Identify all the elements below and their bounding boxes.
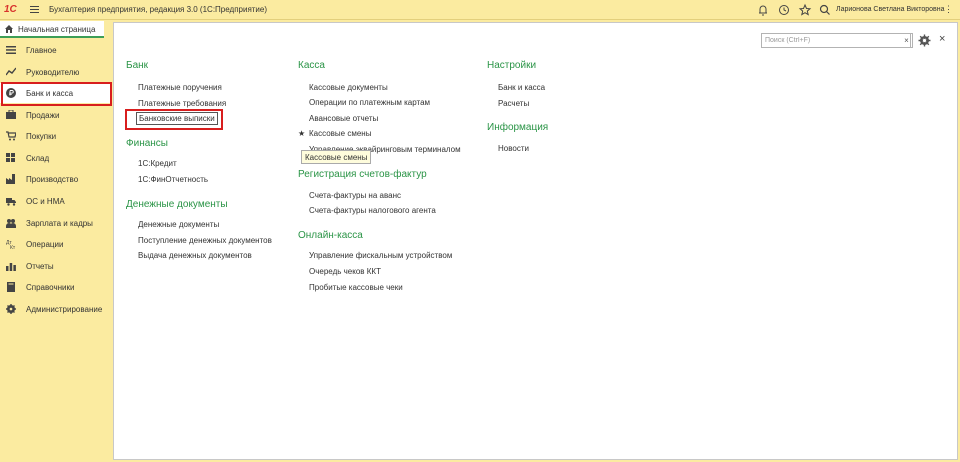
section-title-money-docs: Денежные документы [126,199,228,210]
sidebar-item-label: Главное [26,46,57,55]
sidebar-item-salary-hr[interactable]: Зарплата и кадры [0,213,112,233]
tab-home[interactable]: Начальная страница [0,21,104,38]
link-fin-reporting[interactable]: 1С:ФинОтчетность [138,175,208,184]
sidebar-item-administration[interactable]: Администрирование [0,299,112,319]
search-box[interactable] [761,33,911,48]
gear-icon [6,304,16,314]
sidebar-item-main[interactable]: Главное [0,40,112,60]
link-cash-shifts[interactable]: Кассовые смены [309,129,371,138]
section-title-invoices: Регистрация счетов-фактур [298,169,427,180]
sidebar-item-label: Руководителю [26,68,80,77]
operations-icon: ДтКт [6,240,16,249]
link-advance-reports[interactable]: Авансовые отчеты [309,114,378,123]
sidebar-item-label: Зарплата и кадры [26,219,93,228]
main-panel: × × Банк Платежные поручения Платежные т… [113,22,958,460]
star-icon[interactable] [798,3,812,17]
sidebar-item-sales[interactable]: Продажи [0,105,112,125]
sidebar-item-directories[interactable]: Справочники [0,277,112,297]
section-title-online-kassa: Онлайн-касса [298,230,363,241]
sidebar-item-operations[interactable]: Дт Кт Операции [0,234,112,254]
sidebar-item-label: Администрирование [26,305,103,314]
link-news[interactable]: Новости [498,144,529,153]
link-cash-docs[interactable]: Кассовые документы [309,83,388,92]
sidebar-item-label: Покупки [26,132,57,141]
settings-gear-icon[interactable] [918,34,931,47]
bank-statements-highlight-frame [125,109,223,130]
sidebar-item-label: Продажи [26,111,60,120]
link-fiscal-device[interactable]: Управление фискальным устройством [309,251,452,260]
sales-icon [6,110,16,119]
link-settings-bank-cash[interactable]: Банк и касса [498,83,545,92]
list-icon [6,46,16,54]
warehouse-icon [6,153,15,162]
link-money-docs-issue[interactable]: Выдача денежных документов [138,251,252,260]
sidebar-item-manager[interactable]: Руководителю [0,62,112,82]
link-tax-agent-invoices[interactable]: Счета-фактуры налогового агента [309,206,436,215]
search-clear-button[interactable]: × [901,33,913,48]
tooltip: Кассовые смены [301,150,372,164]
chart-icon [6,67,16,76]
sidebar-item-purchases[interactable]: Покупки [0,126,112,146]
svg-text:Кт: Кт [10,245,16,249]
cart-icon [6,131,16,141]
title-bar: 1С Бухгалтерия предприятия, редакция 3.0… [0,0,960,20]
link-money-docs-receipt[interactable]: Поступление денежных документов [138,236,272,245]
app-logo: 1С [4,4,17,15]
link-kkt-queue[interactable]: Очередь чеков ККТ [309,267,381,276]
sidebar-item-label: Склад [26,154,50,163]
sidebar-item-production[interactable]: Производство [0,169,112,189]
user-name[interactable]: Ларионова Светлана Викторовна [836,6,945,13]
bar-chart-icon [6,263,16,271]
favorite-star-icon[interactable]: ★ [298,129,305,138]
truck-icon [6,198,16,206]
search-icon[interactable] [818,3,832,17]
section-title-info: Информация [487,122,549,133]
section-title-kassa: Касса [298,60,325,71]
close-icon[interactable]: × [939,33,945,45]
link-money-docs[interactable]: Денежные документы [138,220,219,229]
hamburger-menu-icon[interactable] [30,6,39,14]
section-title-finance: Финансы [126,138,168,149]
sidebar-highlight-frame [1,82,112,106]
tab-home-label: Начальная страница [18,25,96,34]
search-input[interactable] [762,34,900,47]
link-card-operations[interactable]: Операции по платежным картам [309,98,430,107]
more-menu-icon[interactable]: ⋮ [944,4,953,15]
sidebar-item-label: Справочники [26,283,75,292]
bell-icon[interactable] [756,3,770,17]
link-payment-requests[interactable]: Платежные требования [138,99,226,108]
section-title-settings: Настройки [487,60,537,71]
sidebar-item-reports[interactable]: Отчеты [0,256,112,276]
sidebar-item-label: ОС и НМА [26,197,65,206]
link-credit[interactable]: 1С:Кредит [138,159,177,168]
link-advance-invoices[interactable]: Счета-фактуры на аванс [309,191,401,200]
app-title: Бухгалтерия предприятия, редакция 3.0 (1… [49,5,268,14]
section-title-bank: Банк [126,60,149,71]
sidebar-item-warehouse[interactable]: Склад [0,148,112,168]
home-icon [5,25,13,33]
sidebar-item-label: Отчеты [26,262,54,271]
sidebar-item-label: Производство [26,175,79,184]
link-settings-calculations[interactable]: Расчеты [498,99,529,108]
link-payment-orders[interactable]: Платежные поручения [138,83,222,92]
book-icon [7,282,15,292]
sidebar-item-label: Операции [26,240,64,249]
link-printed-receipts[interactable]: Пробитые кассовые чеки [309,283,403,292]
factory-icon [6,174,15,184]
sidebar-item-fixed-assets[interactable]: ОС и НМА [0,191,112,211]
people-icon [6,219,16,228]
history-icon[interactable] [777,3,791,17]
